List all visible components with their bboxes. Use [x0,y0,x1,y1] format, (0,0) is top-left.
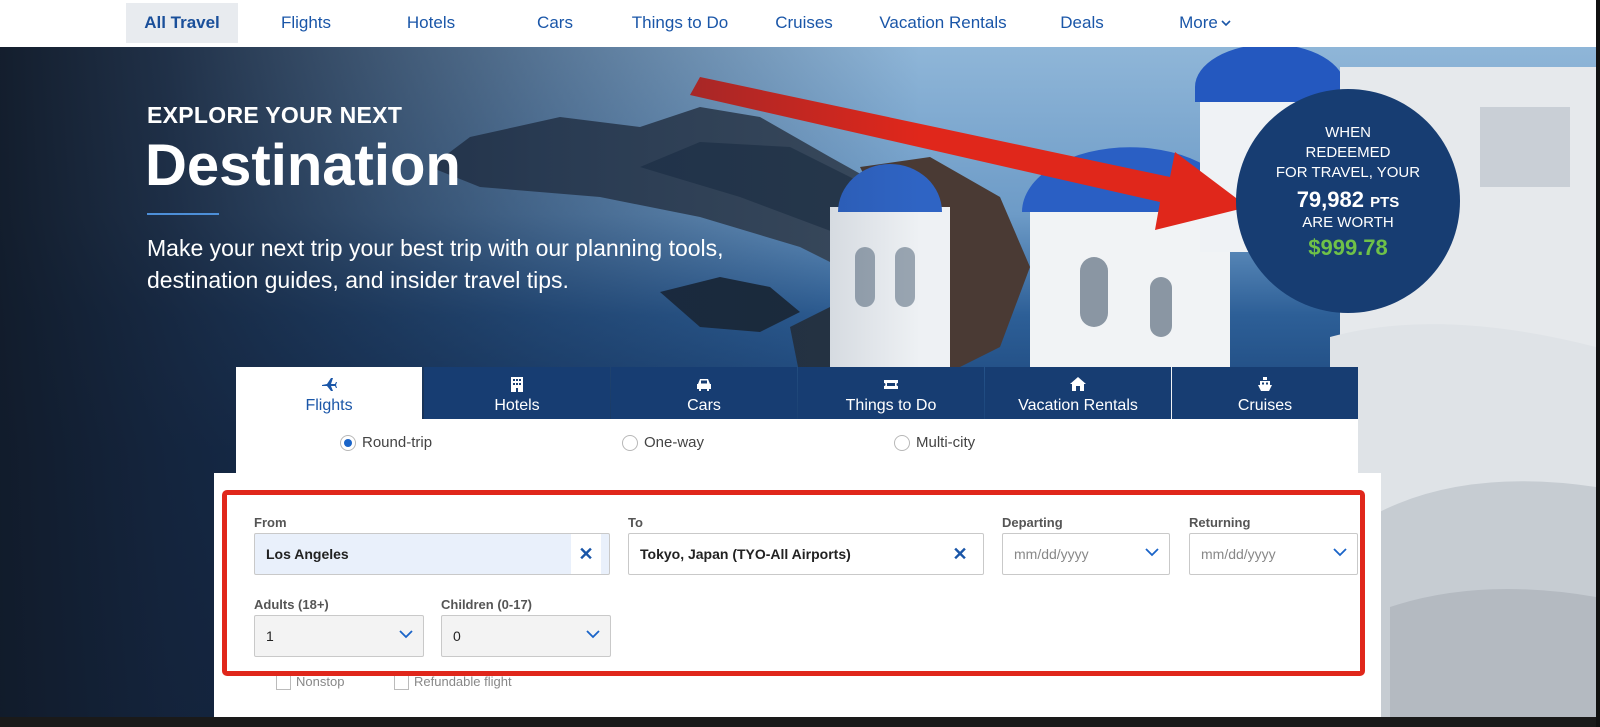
points-value-badge: WHEN REDEEMED FOR TRAVEL, YOUR 79,982 PT… [1236,89,1460,313]
hero-divider [147,213,219,215]
top-navigation: All Travel Flights Hotels Cars Things to… [0,0,1600,47]
radio-selected-icon[interactable] [340,435,356,452]
tab-things-to-do-label: Things to Do [845,397,937,414]
right-edge [1596,0,1600,727]
tab-vacation-rentals-label: Vacation Rentals [1018,397,1138,414]
nav-more[interactable]: More [1168,3,1242,43]
tab-cruises[interactable]: Cruises [1172,367,1358,419]
checkbox-icon[interactable] [394,675,409,691]
trip-type-selector: Round-trip One-way Multi-city [236,419,1358,473]
radio-unselected-icon[interactable] [894,435,910,452]
points-line-1: WHEN [1325,124,1371,141]
trip-one-way-option[interactable]: One-way [622,434,705,452]
nonstop-option[interactable]: Nonstop [276,674,345,691]
ship-icon [1172,375,1358,395]
tab-vacation-rentals[interactable]: Vacation Rentals [985,367,1171,419]
hero-subtitle: EXPLORE YOUR NEXT [147,102,403,128]
tab-flights[interactable]: Flights [236,367,422,419]
hero-description: Make your next trip your best trip with … [147,235,724,293]
refundable-label: Refundable flight [414,674,512,689]
car-icon [611,375,797,395]
trip-multi-city-option[interactable]: Multi-city [894,434,976,452]
annotation-highlight-box [222,490,1365,676]
nav-deals[interactable]: Deals [1052,3,1112,43]
tab-hotels[interactable]: Hotels [424,367,610,419]
airplane-icon [236,375,422,395]
nav-hotels[interactable]: Hotels [388,3,474,43]
nav-vacation-rentals[interactable]: Vacation Rentals [870,3,1016,43]
hero-title: Destination [145,133,461,198]
nav-flights[interactable]: Flights [262,3,350,43]
trip-one-way-label: One-way [644,434,705,451]
points-dollar-value: $999.78 [1308,235,1388,260]
points-line-2: REDEEMED [1305,144,1391,161]
nav-more-label: More [1179,13,1218,32]
tab-cars[interactable]: Cars [611,367,797,419]
points-line-4: ARE WORTH [1302,214,1394,231]
points-amount: 79,982 PTS [1236,187,1460,213]
booking-tabs: Flights Hotels Cars Things to Do Vacatio… [236,367,1358,419]
refundable-option[interactable]: Refundable flight [394,674,512,691]
ticket-icon [798,375,984,395]
trip-multi-city-label: Multi-city [916,434,976,451]
nav-things-to-do[interactable]: Things to Do [622,3,738,43]
building-icon [424,375,610,395]
tab-cars-label: Cars [687,397,721,414]
house-icon [985,375,1171,395]
chevron-down-icon [1221,20,1231,27]
checkbox-icon[interactable] [276,675,291,691]
radio-unselected-icon[interactable] [622,435,638,452]
tab-cruises-label: Cruises [1237,397,1293,414]
points-unit: PTS [1370,194,1400,211]
points-line-3: FOR TRAVEL, YOUR [1275,164,1421,181]
bottom-edge [0,717,1600,727]
nav-cars[interactable]: Cars [515,3,595,43]
tab-hotels-label: Hotels [494,397,540,414]
trip-round-trip-label: Round-trip [362,434,433,451]
nonstop-label: Nonstop [296,674,345,689]
trip-round-trip-option[interactable]: Round-trip [340,434,433,452]
tab-things-to-do[interactable]: Things to Do [798,367,984,419]
nav-cruises[interactable]: Cruises [764,3,844,43]
nav-all-travel[interactable]: All Travel [126,3,238,43]
tab-flights-label: Flights [305,397,353,414]
points-amount-number: 79,982 [1296,187,1364,212]
